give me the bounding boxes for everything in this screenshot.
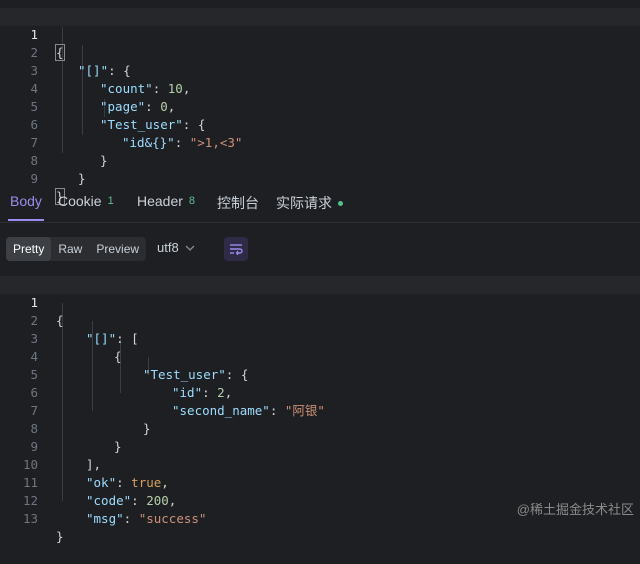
code-line: 2 "[]": [ bbox=[0, 294, 640, 346]
tab-label: 实际请求 bbox=[276, 195, 332, 211]
tab-cookie[interactable]: Cookie 1 bbox=[58, 193, 114, 209]
code-line: 2 "[]": { bbox=[0, 26, 640, 78]
code-line: 9 ], bbox=[0, 420, 640, 472]
tab-actual-request[interactable]: 实际请求 bbox=[276, 193, 343, 213]
code-line: 8 } bbox=[0, 134, 640, 186]
response-body-viewer[interactable]: 1 { 2 "[]": [ 3 { 4 "Test_user": { 5 "id… bbox=[0, 276, 640, 544]
status-dot-icon bbox=[338, 200, 343, 206]
count-badge: 1 bbox=[107, 195, 114, 207]
code-line: 5 "Test_user": { bbox=[0, 80, 640, 132]
request-body-editor[interactable]: 1 { 2 "[]": { 3 "count": 10, 4 "page": 0… bbox=[0, 0, 640, 205]
encoding-value: utf8 bbox=[157, 240, 179, 255]
tab-body[interactable]: Body bbox=[10, 193, 42, 209]
code-line: 1 { bbox=[0, 276, 640, 328]
code-line: 5 "id": 2, bbox=[0, 348, 640, 400]
encoding-select[interactable]: utf8 bbox=[157, 240, 195, 255]
code-line: 12 "msg": "success" bbox=[0, 474, 640, 526]
code-line: 3 "count": 10, bbox=[0, 44, 640, 96]
code-line: 11 "code": 200, bbox=[0, 456, 640, 508]
tab-header[interactable]: Header 8 bbox=[137, 193, 195, 209]
code-line: 4 "Test_user": { bbox=[0, 330, 640, 382]
tab-label: Header bbox=[137, 193, 183, 209]
response-tabs: Body Cookie 1 Header 8 控制台 实际请求 bbox=[0, 182, 640, 223]
code-line: 7 } bbox=[0, 384, 640, 436]
code-line: 8 } bbox=[0, 402, 640, 454]
raw-button[interactable]: Raw bbox=[51, 237, 89, 261]
preview-button[interactable]: Preview bbox=[89, 237, 146, 261]
tab-label: Cookie bbox=[58, 193, 102, 209]
chevron-down-icon bbox=[185, 245, 195, 251]
wrap-lines-button[interactable] bbox=[224, 237, 248, 261]
code-line: 7 } bbox=[0, 116, 640, 168]
code-line: 9 } bbox=[0, 152, 640, 205]
watermark: @稀土掘金技术社区 bbox=[516, 502, 634, 517]
code-line: 6 "second_name": "阿银" bbox=[0, 366, 640, 418]
code-line: 4 "page": 0, bbox=[0, 62, 640, 114]
code-line: 1 { bbox=[0, 8, 640, 61]
code-line: 10 "ok": true, bbox=[0, 438, 640, 490]
tab-console[interactable]: 控制台 bbox=[217, 193, 259, 213]
tab-label: Body bbox=[10, 193, 42, 209]
view-mode-toolbar: Pretty Raw Preview bbox=[6, 236, 147, 262]
code-line: 6 "id&{}": ">1,<3" bbox=[0, 98, 640, 150]
wrap-lines-icon bbox=[230, 244, 243, 255]
view-mode-segmented-control: Pretty Raw Preview bbox=[6, 237, 147, 261]
count-badge: 8 bbox=[188, 195, 196, 207]
active-tab-indicator bbox=[8, 219, 44, 221]
tab-label: 控制台 bbox=[217, 195, 259, 211]
line-number: 13 bbox=[22, 511, 38, 526]
pretty-button[interactable]: Pretty bbox=[6, 237, 52, 261]
code-line: 3 { bbox=[0, 312, 640, 364]
